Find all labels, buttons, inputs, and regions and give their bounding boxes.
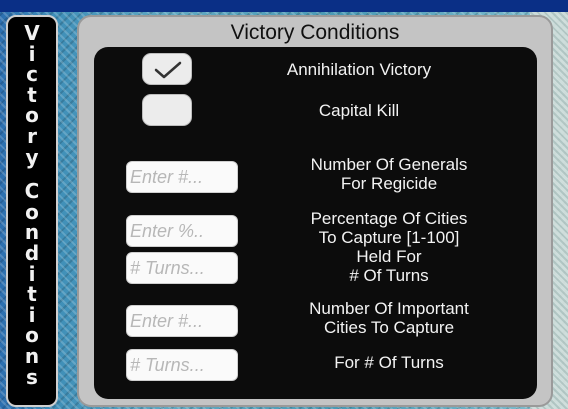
side-tab-letter: n: [24, 343, 40, 368]
important-cities-input[interactable]: Enter #...: [126, 305, 238, 337]
side-tab-letter: c: [26, 62, 38, 87]
percentage-cities-label: Percentage Of Cities To Capture [1-100]: [244, 209, 534, 247]
label-line: For Regicide: [340, 174, 438, 193]
side-tab-letter: r: [27, 123, 37, 148]
side-tab-letter: o: [25, 103, 39, 128]
victory-conditions-side-tab[interactable]: V i c t o r y C o n d i t i o n s: [6, 15, 58, 407]
label-line: For # Of Turns: [334, 353, 444, 372]
label-line: Number Of Important: [309, 299, 469, 318]
victory-options-area: Annihilation Victory Capital Kill Enter …: [94, 47, 537, 399]
side-tab-letter: o: [25, 323, 39, 348]
generals-for-regicide-input[interactable]: Enter #...: [126, 161, 238, 193]
generals-for-regicide-label: Number Of Generals For Regicide: [244, 155, 534, 193]
side-tab-letter: t: [27, 282, 37, 307]
side-tab-letter: y: [25, 144, 39, 169]
label-line: # Of Turns: [349, 266, 429, 285]
label-line: Held For: [356, 247, 422, 266]
capital-kill-label: Capital Kill: [318, 101, 400, 120]
label-line: Number Of Generals: [310, 155, 468, 174]
for-turns-input[interactable]: # Turns...: [126, 349, 238, 381]
side-tab-letter: o: [25, 199, 39, 224]
held-for-turns-input[interactable]: # Turns...: [126, 252, 238, 284]
annihilation-victory-label: Annihilation Victory: [286, 60, 432, 79]
annihilation-victory-checkbox[interactable]: [142, 53, 192, 85]
held-for-turns-label: Held For # Of Turns: [244, 247, 534, 285]
checkmark-icon: [154, 61, 182, 79]
side-tab-letter: t: [27, 82, 37, 107]
victory-conditions-panel: Victory Conditions Annihilation Victory …: [77, 15, 553, 407]
side-tab-letter: C: [24, 179, 40, 204]
side-tab-letter: i: [28, 261, 36, 286]
side-tab-letter: s: [26, 364, 38, 389]
label-line: To Capture [1-100]: [318, 228, 460, 247]
for-turns-label: For # Of Turns: [244, 353, 534, 372]
important-cities-label: Number Of Important Cities To Capture: [244, 299, 534, 337]
label-line: Percentage Of Cities: [310, 209, 468, 228]
capital-kill-checkbox[interactable]: [142, 94, 192, 126]
side-tab-letter: d: [24, 240, 40, 265]
panel-title: Victory Conditions: [230, 21, 400, 44]
percentage-cities-input[interactable]: Enter %..: [126, 215, 238, 247]
side-tab-letter: n: [24, 220, 40, 245]
map-top-strip: [0, 0, 568, 12]
side-tab-letter: i: [28, 302, 36, 327]
side-tab-letter: V: [24, 21, 40, 45]
side-tab-letter: i: [28, 41, 36, 66]
label-line: Cities To Capture: [323, 318, 455, 337]
